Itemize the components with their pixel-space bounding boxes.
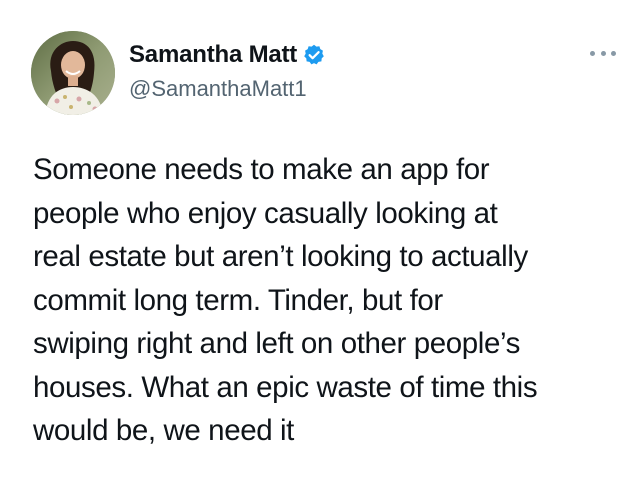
more-dot	[590, 50, 595, 56]
author-handle[interactable]: @SamanthaMatt1	[129, 76, 325, 102]
more-options-icon[interactable]	[590, 46, 616, 60]
tweet-text-line: swiping right and left on other people’s	[33, 327, 520, 360]
tweet-text: Someone needs to make an app for people …	[33, 148, 628, 453]
tweet-text-line: houses. What an epic waste of time this	[33, 370, 538, 404]
author-avatar[interactable]	[31, 31, 115, 115]
verified-badge-icon	[303, 44, 325, 66]
profile-photo	[31, 31, 115, 115]
tweet-text-line: Someone needs to make an app for	[33, 153, 490, 186]
tweet-text-line: real estate but aren’t looking to actual…	[33, 240, 528, 273]
author-name-row: Samantha Matt	[129, 40, 325, 70]
tweet-text-line: commit long term. Tinder, but for	[33, 283, 443, 317]
more-dot	[600, 50, 606, 56]
author-info: Samantha Matt @SamanthaMatt1	[129, 40, 325, 102]
more-dot	[611, 50, 616, 56]
tweet-text-line: would be, we need it	[33, 414, 294, 447]
tweet-card: Samantha Matt @SamanthaMatt1 Someone nee…	[0, 0, 640, 489]
author-display-name[interactable]: Samantha Matt	[129, 41, 297, 69]
tweet-text-line: people who enjoy casually looking at	[33, 196, 498, 230]
